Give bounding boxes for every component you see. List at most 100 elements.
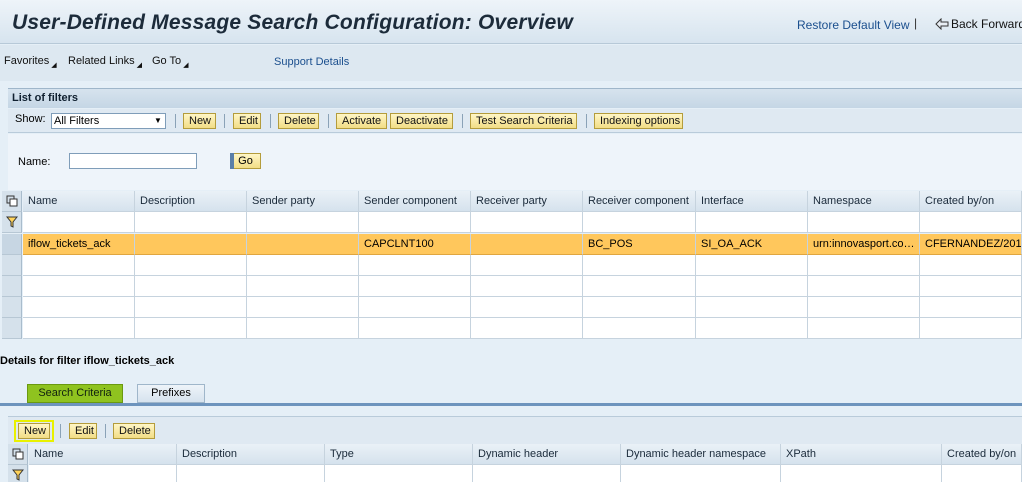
filter-cell[interactable] [471, 212, 583, 233]
show-filter-select[interactable]: All Filters ▼ [51, 113, 166, 129]
table-row-empty[interactable] [2, 297, 1022, 318]
filter-cell[interactable] [359, 212, 471, 233]
table-cell [920, 276, 1022, 297]
row-selector[interactable] [2, 255, 22, 276]
table-cell: SI_OA_ACK [696, 234, 808, 255]
tab-search-criteria[interactable]: Search Criteria [27, 384, 123, 403]
name-input[interactable] [69, 153, 197, 169]
filter-cell[interactable] [325, 465, 473, 482]
col-header-type[interactable]: Type [325, 444, 473, 465]
table-row-empty[interactable] [2, 276, 1022, 297]
filter-cell[interactable] [247, 212, 359, 233]
filter-row-button[interactable] [2, 212, 22, 233]
indexing-options-button[interactable]: Indexing options [594, 113, 683, 129]
table-cell [471, 297, 583, 318]
table-header-row: Name Description Sender party Sender com… [2, 191, 1022, 212]
col-header-xpath[interactable]: XPath [781, 444, 942, 465]
delete-criteria-button[interactable]: Delete [113, 423, 155, 439]
table-cell [808, 297, 920, 318]
col-header-name[interactable]: Name [23, 191, 135, 212]
table-row-empty[interactable] [2, 318, 1022, 339]
test-search-criteria-button[interactable]: Test Search Criteria [470, 113, 577, 129]
new-filter-button[interactable]: New [183, 113, 216, 129]
col-header-interface[interactable]: Interface [696, 191, 808, 212]
table-cell [135, 297, 247, 318]
filter-cell[interactable] [135, 212, 247, 233]
table-cell [920, 255, 1022, 276]
edit-filter-button[interactable]: Edit [233, 113, 261, 129]
filter-cell[interactable] [621, 465, 781, 482]
table-cell [23, 318, 135, 339]
table-cell [696, 297, 808, 318]
col-header-created-by-on[interactable]: Created by/on [920, 191, 1022, 212]
table-row-empty[interactable] [2, 255, 1022, 276]
go-button[interactable]: Go [230, 153, 261, 169]
table-cell [471, 318, 583, 339]
col-header-receiver-party[interactable]: Receiver party [471, 191, 583, 212]
col-header-receiver-component[interactable]: Receiver component [583, 191, 696, 212]
new-button-highlight [14, 420, 54, 442]
row-selector[interactable] [2, 318, 22, 339]
menu-favorites[interactable]: Favorites ◢ [4, 55, 57, 69]
filter-cell[interactable] [177, 465, 325, 482]
col-header-namespace[interactable]: Namespace [808, 191, 920, 212]
filter-cell[interactable] [473, 465, 621, 482]
table-cell [247, 318, 359, 339]
title-bar: User-Defined Message Search Configuratio… [0, 0, 1022, 44]
col-header-name[interactable]: Name [29, 444, 177, 465]
row-selector[interactable] [2, 297, 22, 318]
deactivate-button[interactable]: Deactivate [390, 113, 453, 129]
column-settings-button[interactable] [8, 444, 28, 465]
chevron-down-icon: ▼ [154, 116, 162, 125]
table-cell [920, 318, 1022, 339]
filter-cell[interactable] [696, 212, 808, 233]
column-settings-button[interactable] [2, 191, 22, 212]
table-cell [23, 276, 135, 297]
row-selector[interactable] [2, 234, 22, 255]
col-header-description[interactable]: Description [135, 191, 247, 212]
filter-cell[interactable] [808, 212, 920, 233]
table-row[interactable]: iflow_tickets_ack CAPCLNT100 BC_POS SI_O… [2, 234, 1022, 255]
table-cell [808, 318, 920, 339]
filter-cell[interactable] [920, 212, 1022, 233]
table-filter-row [8, 465, 1022, 482]
support-details-link[interactable]: Support Details [274, 56, 349, 68]
filter-funnel-icon [6, 216, 18, 228]
filter-cell[interactable] [781, 465, 942, 482]
table-cell [471, 276, 583, 297]
table-cell: BC_POS [583, 234, 696, 255]
toolbar-separator [60, 424, 61, 438]
show-label: Show: [15, 113, 46, 125]
filter-cell[interactable] [942, 465, 1022, 482]
table-cell [135, 318, 247, 339]
table-cell [808, 276, 920, 297]
col-header-sender-party[interactable]: Sender party [247, 191, 359, 212]
col-header-description[interactable]: Description [177, 444, 325, 465]
edit-criteria-button[interactable]: Edit [69, 423, 97, 439]
show-filter-value: All Filters [54, 115, 100, 127]
table-cell [359, 255, 471, 276]
filter-row-button[interactable] [8, 465, 28, 482]
column-settings-icon [6, 195, 18, 207]
activate-button[interactable]: Activate [336, 113, 387, 129]
table-cell [471, 234, 583, 255]
col-header-sender-component[interactable]: Sender component [359, 191, 471, 212]
restore-default-view-link[interactable]: Restore Default View [797, 18, 910, 32]
menu-go-to[interactable]: Go To ◢ [152, 55, 189, 69]
back-forward-button[interactable]: Back Forward [935, 17, 1022, 31]
toolbar-separator [328, 114, 329, 128]
table-cell [359, 276, 471, 297]
filter-cell[interactable] [583, 212, 696, 233]
filters-toolbar: Show: All Filters ▼ New Edit Delete Acti… [8, 109, 1022, 133]
delete-filter-button[interactable]: Delete [278, 113, 319, 129]
row-selector[interactable] [2, 276, 22, 297]
toolbar-separator [586, 114, 587, 128]
filter-cell[interactable] [23, 212, 135, 233]
filter-cell[interactable] [29, 465, 177, 482]
tab-prefixes[interactable]: Prefixes [137, 384, 205, 403]
menu-related-links[interactable]: Related Links ◢ [68, 55, 142, 69]
col-header-created-by-on[interactable]: Created by/on [942, 444, 1022, 465]
criteria-toolbar: New Edit Delete [8, 416, 1022, 444]
col-header-dynamic-header-namespace[interactable]: Dynamic header namespace [621, 444, 781, 465]
col-header-dynamic-header[interactable]: Dynamic header [473, 444, 621, 465]
